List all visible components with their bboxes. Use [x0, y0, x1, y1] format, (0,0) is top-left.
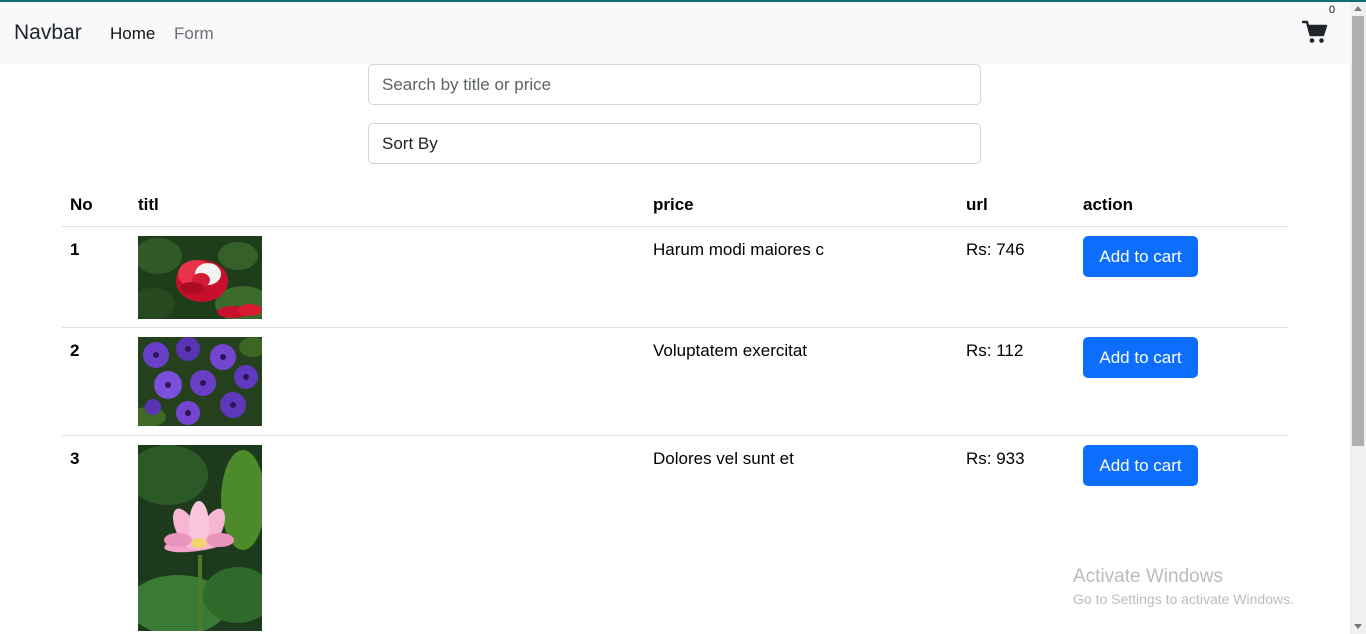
search-input[interactable] [368, 64, 981, 105]
nav-link-form[interactable]: Form [174, 24, 214, 44]
shopping-cart-icon[interactable] [1301, 20, 1328, 44]
activate-windows-watermark-title: Activate Windows [1073, 566, 1223, 587]
red-rose-image [138, 236, 262, 319]
navbar-brand[interactable]: Navbar [14, 21, 82, 45]
column-header-action: action [1083, 195, 1134, 214]
sort-select[interactable]: Sort By [368, 123, 981, 164]
product-title: Voluptatem exercitat [653, 341, 808, 360]
activate-windows-watermark-subtitle: Go to Settings to activate Windows. [1073, 591, 1294, 607]
column-header-no: No [70, 195, 93, 214]
product-price: Rs: 746 [966, 240, 1025, 259]
cart-count-badge: 0 [1329, 4, 1336, 16]
row-number: 2 [70, 341, 80, 360]
sort-select-label: Sort By [382, 133, 438, 153]
scrollbar-thumb[interactable] [1352, 16, 1364, 446]
row-divider [62, 435, 1288, 436]
table-header-divider [62, 226, 1288, 227]
product-price: Rs: 112 [966, 341, 1024, 360]
row-number: 1 [70, 240, 80, 259]
add-to-cart-button[interactable]: Add to cart [1083, 236, 1198, 277]
add-to-cart-button[interactable]: Add to cart [1083, 337, 1198, 378]
row-divider [62, 327, 1288, 328]
pink-lotus-image [138, 445, 262, 631]
column-header-price: price [653, 195, 694, 214]
column-header-title: titl [138, 195, 159, 214]
product-price: Rs: 933 [966, 449, 1025, 468]
row-number: 3 [70, 449, 80, 468]
purple-petunias-image [138, 337, 262, 426]
product-title: Dolores vel sunt et [653, 449, 794, 468]
column-header-url: url [966, 195, 988, 214]
navbar: Navbar Home Form [0, 2, 1350, 64]
nav-link-home[interactable]: Home [110, 24, 155, 44]
scroll-down-arrow-icon[interactable] [1354, 624, 1362, 629]
add-to-cart-button[interactable]: Add to cart [1083, 445, 1198, 486]
product-title: Harum modi maiores c [653, 240, 824, 259]
scroll-up-arrow-icon[interactable] [1354, 6, 1362, 11]
